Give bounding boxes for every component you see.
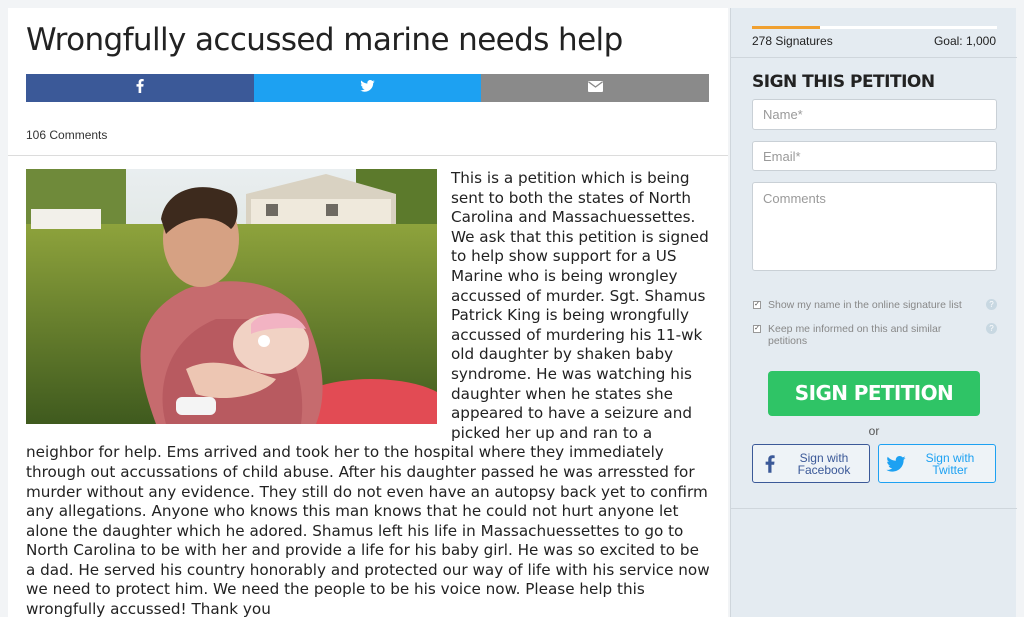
keep-informed-checkbox[interactable]: ✓ bbox=[753, 325, 761, 333]
share-twitter-button[interactable] bbox=[253, 74, 482, 102]
show-name-checkbox[interactable]: ✓ bbox=[753, 301, 761, 309]
keep-informed-option: ✓ Keep me informed on this and similar p… bbox=[752, 323, 997, 347]
share-email-button[interactable] bbox=[481, 74, 710, 102]
keep-informed-label: Keep me informed on this and similar pet… bbox=[768, 323, 942, 347]
email-field[interactable] bbox=[752, 141, 997, 171]
twitter-icon bbox=[360, 79, 375, 97]
help-icon[interactable]: ? bbox=[986, 323, 997, 334]
facebook-icon bbox=[753, 454, 787, 473]
facebook-icon bbox=[136, 78, 144, 98]
or-separator: or bbox=[868, 424, 880, 438]
signature-count: 278 Signatures bbox=[752, 34, 833, 48]
sign-with-twitter-button[interactable]: Sign with Twitter bbox=[878, 444, 996, 483]
comments-field[interactable] bbox=[752, 182, 997, 271]
comments-count-link[interactable]: 106 Comments bbox=[26, 128, 107, 142]
share-facebook-button[interactable] bbox=[26, 74, 254, 102]
help-icon[interactable]: ? bbox=[986, 299, 997, 310]
signature-progress-bar bbox=[752, 26, 997, 29]
sign-petition-heading: SIGN THIS PETITION bbox=[752, 72, 935, 92]
sign-sidebar: 278 Signatures Goal: 1,000 SIGN THIS PET… bbox=[730, 8, 1017, 617]
name-field[interactable] bbox=[752, 99, 997, 130]
sign-with-twitter-label: Sign with Twitter bbox=[925, 450, 975, 477]
signature-goal: Goal: 1,000 bbox=[933, 34, 996, 48]
show-name-label: Show my name in the online signature lis… bbox=[768, 299, 962, 311]
sign-with-facebook-label: Sign with Facebook bbox=[797, 450, 851, 477]
sign-with-facebook-button[interactable]: Sign with Facebook bbox=[752, 444, 870, 483]
petition-main: Wrongfully accussed marine needs help 10… bbox=[8, 8, 728, 617]
sign-petition-button[interactable]: SIGN PETITION bbox=[768, 371, 980, 416]
twitter-icon bbox=[879, 455, 913, 472]
petition-photo bbox=[26, 169, 437, 424]
show-name-option: ✓ Show my name in the online signature l… bbox=[752, 299, 997, 311]
signature-progress-fill bbox=[752, 26, 821, 29]
page-title: Wrongfully accussed marine needs help bbox=[26, 22, 623, 58]
petition-body: This is a petition which is being sent t… bbox=[26, 169, 710, 617]
divider bbox=[8, 155, 728, 156]
envelope-icon bbox=[587, 79, 603, 97]
sidebar-divider bbox=[731, 57, 1017, 58]
share-bar bbox=[26, 74, 710, 102]
sidebar-divider bbox=[731, 508, 1017, 509]
